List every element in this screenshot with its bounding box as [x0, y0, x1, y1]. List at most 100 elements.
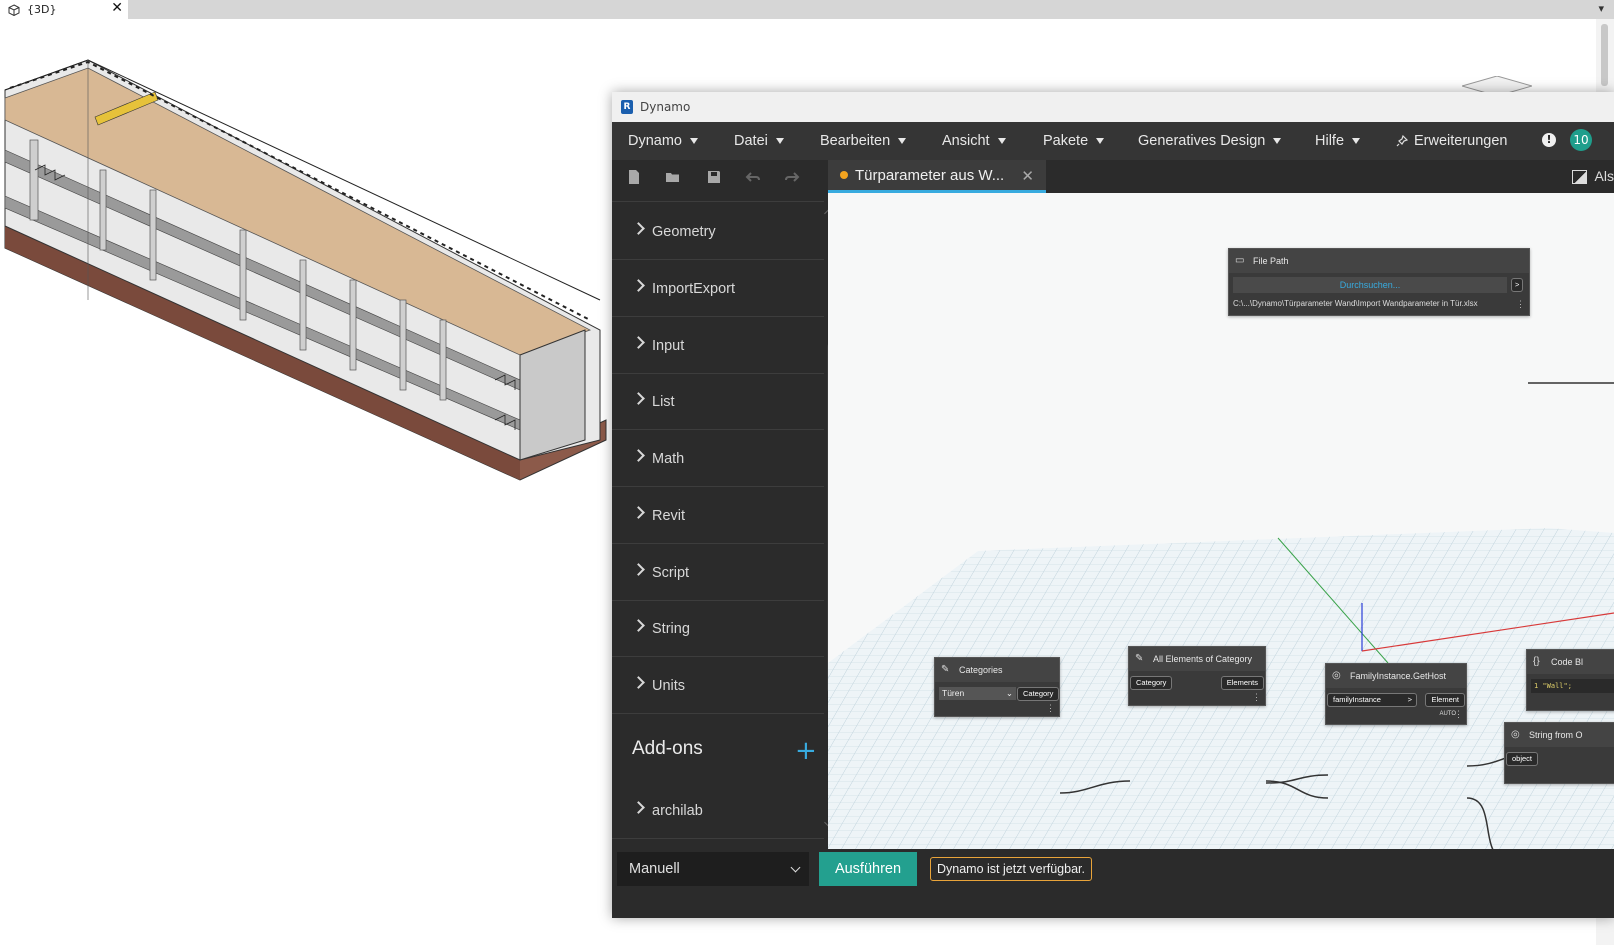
library-item-partial — [612, 193, 824, 202]
chevron-right-icon — [632, 279, 645, 292]
library-item-importexport[interactable]: ImportExport — [612, 261, 824, 317]
addons-heading: Add-ons — [632, 738, 703, 759]
code-editor[interactable]: 1 "Wall"; — [1531, 679, 1614, 693]
chevron-down-icon[interactable]: ▾ — [1598, 2, 1604, 15]
workspace-tab-name: Türparameter aus W... — [855, 166, 1005, 184]
workspace-tabbar: Türparameter aus W... ✕ Als — [828, 160, 1614, 193]
library-item-math[interactable]: Math — [612, 431, 824, 487]
function-node-icon: ◎ — [1511, 729, 1520, 740]
chevron-down-icon: ⌄ — [1005, 688, 1013, 698]
chevron-right-icon — [632, 563, 645, 576]
function-node-icon: ◎ — [1332, 670, 1341, 681]
run-bar: Manuell Ausführen Dynamo ist jetzt verfü… — [612, 849, 1614, 901]
menu-erweiterungen[interactable]: Erweiterungen — [1396, 122, 1508, 160]
menu-ansicht[interactable]: Ansicht — [942, 122, 1006, 160]
node-familyinstance-gethost[interactable]: ◎ FamilyInstance.GetHost familyInstance > … — [1325, 663, 1467, 725]
caret-down-icon — [1096, 138, 1105, 145]
node-code-block[interactable]: {} Code Bl 1 "Wall"; — [1526, 649, 1614, 711]
node-all-elements-of-category[interactable]: ✎ All Elements of Category Category Eleme… — [1128, 646, 1266, 706]
output-port[interactable]: > — [1511, 278, 1524, 292]
view-tab-label: {3D} — [27, 3, 57, 16]
save-icon[interactable] — [706, 169, 722, 185]
background-preview-icon — [1571, 170, 1587, 185]
caret-down-icon — [690, 138, 698, 145]
status-message: Dynamo ist jetzt verfügbar. — [930, 857, 1092, 881]
file-icon: ▭ — [1235, 255, 1245, 266]
dynamo-window: R Dynamo Dynamo Datei Bearbeiten Ansicht… — [612, 92, 1614, 918]
chevron-right-icon — [632, 392, 645, 405]
chevron-down-icon — [790, 862, 801, 873]
node-options-icon[interactable]: ⋮ — [1516, 299, 1525, 310]
library-item-revit[interactable]: Revit — [612, 488, 824, 544]
input-port-object[interactable]: object — [1506, 752, 1539, 766]
caret-down-icon — [898, 138, 907, 145]
caret-down-icon — [775, 138, 784, 145]
library-item-string[interactable]: String — [612, 601, 824, 657]
node-categories[interactable]: ✎ Categories Türen ⌄ Category ⋮ — [934, 657, 1060, 717]
close-icon[interactable]: ✕ — [111, 0, 123, 16]
node-options-icon[interactable]: ⋮ — [1252, 692, 1261, 703]
unsaved-dot-icon — [840, 171, 848, 179]
caret-down-icon — [1352, 138, 1361, 145]
menu-hilfe[interactable]: Hilfe — [1315, 122, 1361, 160]
output-port-element[interactable]: Element — [1425, 693, 1465, 707]
revit-view-tabbar: {3D} ✕ ▾ — [0, 0, 1614, 19]
run-button[interactable]: Ausführen — [819, 852, 917, 886]
revit-node-icon: ✎ — [1135, 653, 1144, 664]
chevron-right-icon — [632, 222, 645, 235]
library-item-units[interactable]: Units — [612, 658, 824, 714]
library-item-list[interactable]: List — [612, 374, 824, 430]
node-options-icon[interactable]: ⋮ — [1046, 703, 1055, 714]
revit-3d-model-view[interactable] — [0, 19, 612, 489]
node-options-icon[interactable]: ⋮ — [1454, 709, 1463, 720]
node-file-path[interactable]: ▭ File Path Durchsuchen... > C:\...\Dynam… — [1228, 248, 1530, 316]
add-addon-icon[interactable]: + — [795, 738, 817, 764]
window-title: Dynamo — [640, 100, 691, 114]
menu-generatives-design[interactable]: Generatives Design — [1138, 122, 1282, 160]
caret-down-icon — [997, 138, 1006, 145]
close-icon[interactable]: ✕ — [1021, 167, 1034, 185]
graph-canvas[interactable]: ▭ File Path Durchsuchen... > C:\...\Dynam… — [828, 193, 1614, 849]
node-library: Geometry ImportExport Input List Math Re… — [612, 193, 828, 849]
open-folder-icon[interactable] — [665, 169, 681, 185]
chevron-right-icon — [632, 449, 645, 462]
undo-icon[interactable] — [745, 169, 761, 185]
input-port-category[interactable]: Category — [1130, 676, 1173, 690]
category-dropdown[interactable]: Türen ⌄ — [939, 687, 1016, 700]
library-item-archilab[interactable]: archilab — [612, 783, 824, 839]
view-tab-3d[interactable]: {3D} ✕ — [0, 0, 128, 19]
dynamo-titlebar[interactable]: R Dynamo — [612, 92, 1614, 122]
menu-bar: Dynamo Datei Bearbeiten Ansicht Pakete G… — [612, 122, 1614, 160]
file-toolbar — [612, 160, 828, 193]
chevron-right-icon — [632, 619, 645, 632]
chevron-right-icon — [632, 676, 645, 689]
3d-cube-icon — [8, 3, 20, 16]
extension-pin-icon — [1396, 135, 1409, 147]
output-port-elements[interactable]: Elements — [1220, 676, 1264, 690]
menu-dynamo[interactable]: Dynamo — [628, 122, 698, 160]
node-string-from-object[interactable]: ◎ String from O object — [1504, 722, 1614, 784]
library-item-script[interactable]: Script — [612, 545, 824, 601]
new-file-icon[interactable] — [626, 169, 642, 185]
workspace-tab[interactable]: Türparameter aus W... ✕ — [828, 160, 1046, 193]
chevron-right-icon — [632, 336, 645, 349]
info-icon[interactable]: ! — [1542, 133, 1556, 147]
redo-icon[interactable] — [784, 169, 800, 185]
library-item-geometry[interactable]: Geometry — [612, 204, 824, 260]
revit-node-icon: ✎ — [941, 664, 950, 675]
output-port-category[interactable]: Category — [1017, 687, 1060, 701]
notification-count-badge[interactable]: 10 — [1570, 129, 1592, 151]
menu-bearbeiten[interactable]: Bearbeiten — [820, 122, 907, 160]
background-preview-toggle[interactable]: Als — [1571, 168, 1614, 185]
menu-datei[interactable]: Datei — [734, 122, 784, 160]
chevron-right-icon — [632, 801, 645, 814]
browse-button[interactable]: Durchsuchen... — [1233, 277, 1507, 293]
run-mode-select[interactable]: Manuell — [617, 852, 809, 886]
input-port-familyinstance[interactable]: familyInstance > — [1327, 693, 1417, 707]
library-item-input[interactable]: Input — [612, 318, 824, 374]
menu-pakete[interactable]: Pakete — [1043, 122, 1105, 160]
file-path-value: C:\...\Dynamo\Türparameter Wand\Import W… — [1233, 299, 1478, 308]
code-block-icon: {} — [1533, 656, 1540, 667]
caret-down-icon — [1273, 138, 1282, 145]
chevron-right-icon — [632, 506, 645, 519]
